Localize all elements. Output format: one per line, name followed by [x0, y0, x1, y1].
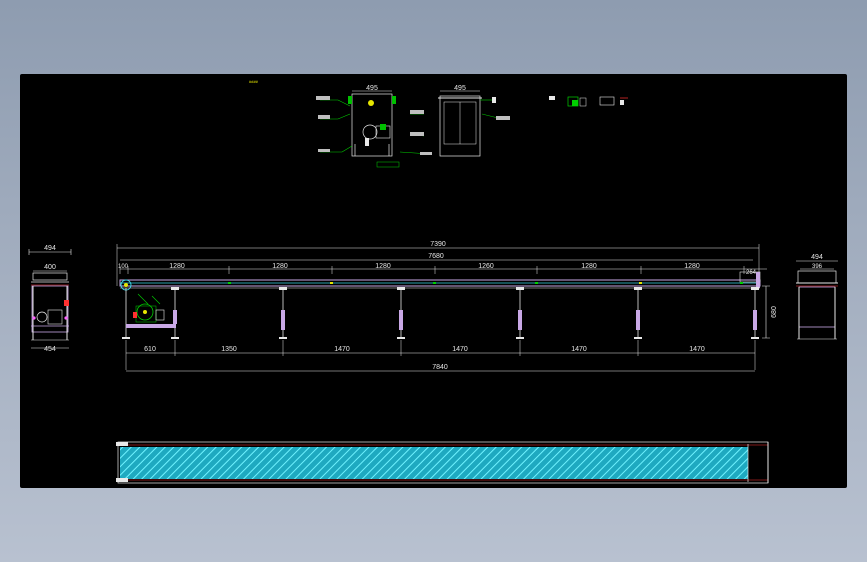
lower-span-4: 1470	[452, 346, 468, 353]
lower-span-2: 1350	[221, 346, 237, 353]
detail-symbols	[549, 96, 628, 107]
upper-span-1: 1280	[169, 263, 185, 270]
tail-length-dimension: 264	[746, 270, 757, 276]
start-offset-dimension: 100	[118, 264, 129, 270]
cad-drawing-area[interactable]: #### 495 495 494 400 454 7390 7680 100 1…	[20, 74, 847, 488]
lower-span-6: 1470	[689, 346, 705, 353]
right-end-top-width: 494	[811, 254, 823, 261]
top-view-width-label: 495	[366, 85, 378, 92]
left-end-top-width: 494	[44, 245, 56, 252]
upper-span-4: 1260	[478, 263, 494, 270]
overall-bottom-dimension: 7840	[432, 364, 448, 371]
height-dimension: 680	[771, 306, 778, 318]
cad-drawing: #### 495 495 494 400 454 7390 7680 100 1…	[28, 79, 838, 484]
lower-span-5: 1470	[571, 346, 587, 353]
top-section-view: 495	[316, 85, 432, 168]
title-tag: ####	[249, 79, 259, 84]
upper-span-5: 1280	[581, 263, 597, 270]
main-elevation: 7390 7680 100 1280 1280 1280 1260 1280 1…	[116, 241, 778, 372]
top-side-view: 495	[438, 85, 510, 157]
upper-span-6: 1280	[684, 263, 700, 270]
side-view-width-label: 495	[454, 85, 466, 92]
belt-length-dimension: 7680	[428, 253, 444, 260]
lower-span-3: 1470	[334, 346, 350, 353]
upper-span-3: 1280	[375, 263, 391, 270]
left-end-view: 494 400 454	[28, 245, 72, 353]
left-end-base-width: 454	[44, 346, 56, 353]
right-end-inner-width: 396	[812, 264, 823, 270]
left-end-inner-width: 400	[44, 264, 56, 271]
upper-span-2: 1280	[272, 263, 288, 270]
lower-span-1: 610	[144, 346, 156, 353]
overall-top-dimension: 7390	[430, 241, 446, 248]
right-end-view: 494 396	[796, 254, 838, 340]
plan-view-belt	[116, 441, 769, 484]
